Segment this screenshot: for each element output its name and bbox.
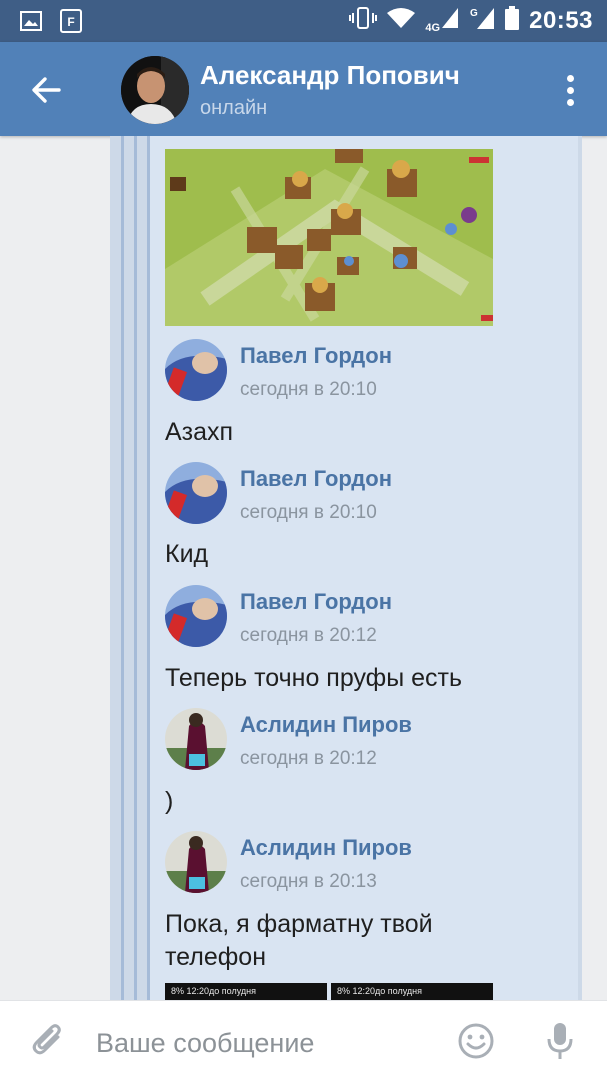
signal-g-icon: G [469, 6, 495, 35]
message-time: сегодня в 20:13 [240, 871, 377, 892]
message-text: ) [165, 787, 174, 815]
menu-button[interactable] [555, 70, 585, 110]
author-avatar[interactable] [165, 831, 227, 893]
svg-text:G: G [470, 8, 478, 19]
author-name[interactable]: Павел Гордон [240, 343, 392, 369]
menu-dot [566, 98, 574, 106]
screenshot-attachments[interactable]: 8% 12:20до полудня 8% 12:20до полудня [165, 983, 493, 1000]
back-button[interactable] [22, 66, 70, 114]
contact-status: онлайн [200, 97, 268, 119]
image-icon [20, 11, 42, 36]
signal-icon [441, 7, 459, 34]
message-text: Теперь точно пруфы есть [165, 664, 463, 692]
paperclip-icon [32, 1024, 61, 1055]
message-text: Кид [165, 540, 209, 568]
emoji-button[interactable] [456, 1021, 496, 1061]
contact-avatar[interactable] [121, 56, 189, 124]
vibrate-icon [349, 6, 378, 35]
author-name[interactable]: Павел Гордон [240, 589, 392, 615]
battery-icon [505, 6, 520, 35]
screenshot-thumb[interactable]: 8% 12:20до полудня [331, 983, 493, 1000]
network-type: 4G [425, 22, 441, 34]
smile-icon [458, 1023, 494, 1059]
message-time: сегодня в 20:10 [240, 502, 377, 523]
author-avatar[interactable] [165, 339, 227, 401]
contact-name[interactable]: Александр Попович [200, 60, 460, 91]
author-avatar[interactable] [165, 462, 227, 524]
message-list[interactable]: Павел Гордон сегодня в 20:10 Азахп Павел… [0, 136, 607, 1000]
voice-message-button[interactable] [544, 1019, 576, 1063]
message-time: сегодня в 20:10 [240, 379, 377, 400]
status-bar: F 4G G 20:53 [0, 0, 607, 42]
arrow-left-icon [32, 77, 61, 103]
author-avatar[interactable] [165, 708, 227, 770]
message-time: сегодня в 20:12 [240, 748, 377, 769]
message-text: Пока, я фарматну твой телефон [165, 910, 433, 971]
forward-line [147, 136, 150, 1000]
forward-line [134, 136, 137, 1000]
message-input[interactable] [96, 1023, 416, 1063]
chat-header: Александр Попович онлайн [0, 42, 607, 136]
wifi-icon [387, 7, 416, 34]
message-composer [0, 1000, 607, 1080]
author-name[interactable]: Аслидин Пиров [240, 712, 412, 738]
screenshot-thumb[interactable]: 8% 12:20до полудня [165, 983, 327, 1000]
message-text: Азахп [165, 418, 234, 446]
author-name[interactable]: Павел Гордон [240, 466, 392, 492]
svg-text:F: F [67, 15, 74, 29]
attach-button[interactable] [28, 1021, 68, 1061]
author-avatar[interactable] [165, 585, 227, 647]
menu-dot [566, 86, 574, 94]
more-vertical-icon [566, 74, 574, 82]
forward-line [121, 136, 124, 1000]
photo-attachment[interactable] [165, 149, 493, 326]
author-name[interactable]: Аслидин Пиров [240, 835, 412, 861]
clock: 20:53 [529, 6, 593, 34]
message-time: сегодня в 20:12 [240, 625, 377, 646]
flipboard-icon: F [58, 9, 84, 38]
microphone-icon [547, 1023, 573, 1059]
